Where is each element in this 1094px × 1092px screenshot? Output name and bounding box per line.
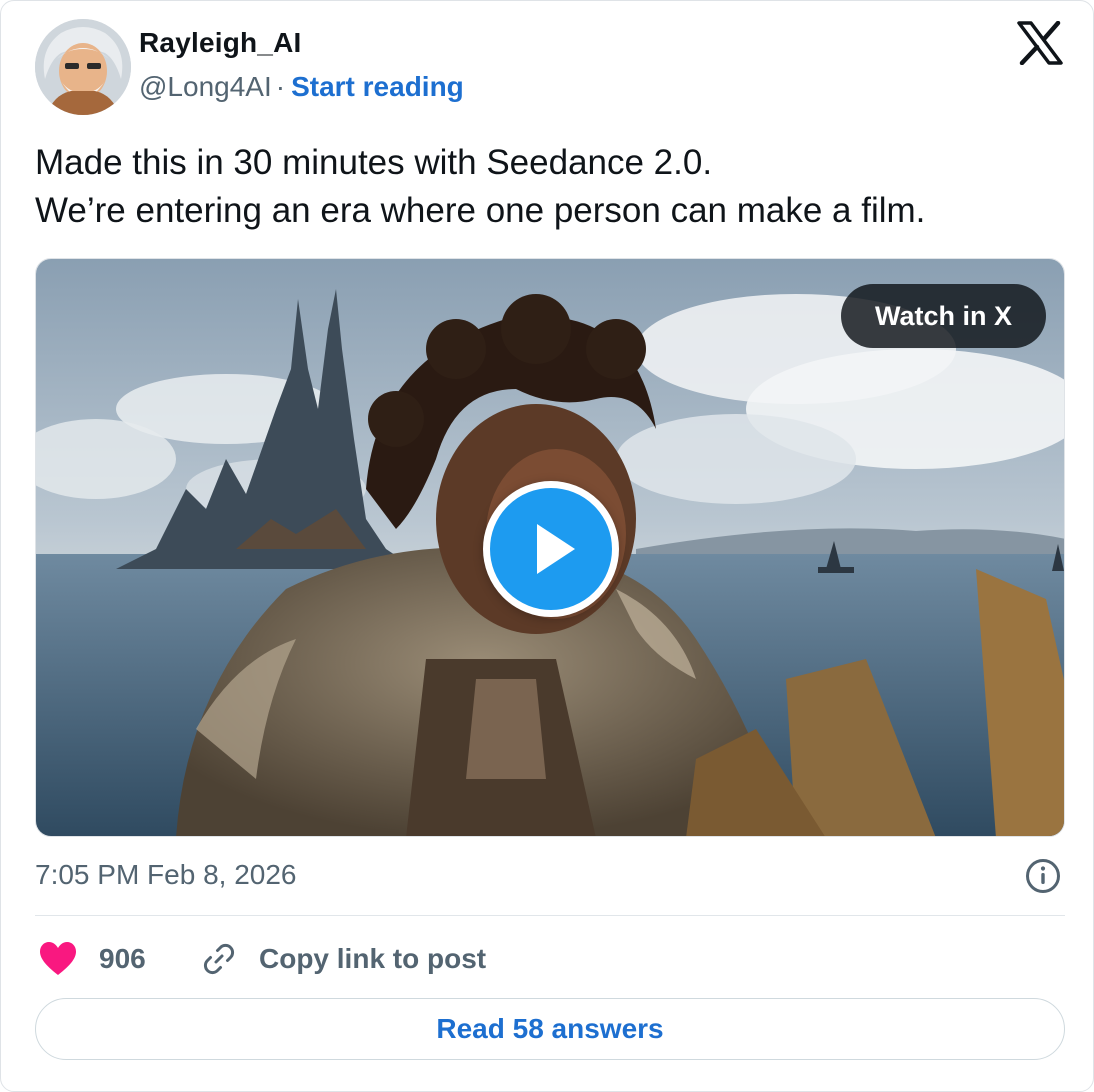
divider <box>35 915 1065 916</box>
post-timestamp[interactable]: 7:05 PM Feb 8, 2026 <box>35 859 297 891</box>
copy-link-button[interactable]: Copy link to post <box>201 939 486 979</box>
like-button[interactable]: 906 <box>39 939 146 979</box>
user-handle[interactable]: @Long4AI <box>139 71 272 102</box>
link-icon <box>203 943 235 975</box>
like-count: 906 <box>99 943 146 974</box>
video-thumbnail[interactable]: Watch in X <box>35 258 1065 837</box>
separator-dot: · <box>275 71 286 102</box>
watch-in-x-button[interactable]: Watch in X <box>840 284 1046 348</box>
x-logo-icon[interactable] <box>1017 20 1063 66</box>
info-icon[interactable] <box>1025 858 1061 894</box>
tweet-embed-card: Rayleigh_AI @Long4AI · Start reading Made … <box>0 0 1094 1092</box>
play-button[interactable] <box>483 481 619 617</box>
handle-row: @Long4AI · Start reading <box>139 71 464 103</box>
tweet-text-line: We’re entering an era where one person c… <box>35 191 926 230</box>
tweet-text-line: Made this in 30 minutes with Seedance 2.… <box>35 143 713 182</box>
play-icon <box>537 524 575 574</box>
tweet-text: Made this in 30 minutes with Seedance 2.… <box>35 139 1065 235</box>
read-answers-button[interactable]: Read 58 answers <box>35 998 1065 1060</box>
start-reading-link[interactable]: Start reading <box>291 71 464 102</box>
avatar[interactable] <box>35 19 131 115</box>
copy-link-label: Copy link to post <box>259 943 487 974</box>
display-name[interactable]: Rayleigh_AI <box>139 27 301 59</box>
heart-icon <box>40 942 76 975</box>
